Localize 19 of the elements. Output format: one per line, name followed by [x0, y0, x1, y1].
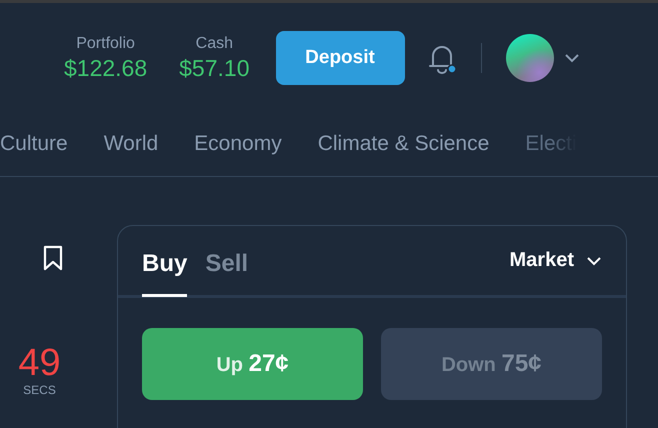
bookmark-icon[interactable]: [42, 245, 62, 271]
trade-tab[interactable]: Buy: [142, 228, 188, 296]
portfolio-value: $122.68: [64, 54, 148, 82]
order-type-dropdown[interactable]: Market: [510, 249, 602, 272]
category-link[interactable]: Culture: [0, 132, 68, 156]
outcome-button[interactable]: Down 75¢: [381, 328, 602, 400]
category-link[interactable]: World: [104, 132, 158, 156]
category-link[interactable]: Climate & Science: [318, 132, 490, 156]
portfolio-label: Portfolio: [76, 34, 135, 54]
chevron-down-icon[interactable]: [564, 52, 580, 62]
deposit-button[interactable]: Deposit: [276, 30, 404, 84]
outcome-button[interactable]: Up 27¢: [142, 328, 363, 400]
cash-value: $57.10: [179, 54, 250, 82]
seconds-label: SECS: [23, 383, 56, 397]
countdown-seconds: 49: [18, 343, 61, 383]
cash-label: Cash: [196, 34, 233, 54]
category-link[interactable]: Economy: [194, 132, 282, 156]
trade-tab[interactable]: Sell: [205, 228, 248, 296]
chevron-down-icon: [586, 256, 602, 266]
